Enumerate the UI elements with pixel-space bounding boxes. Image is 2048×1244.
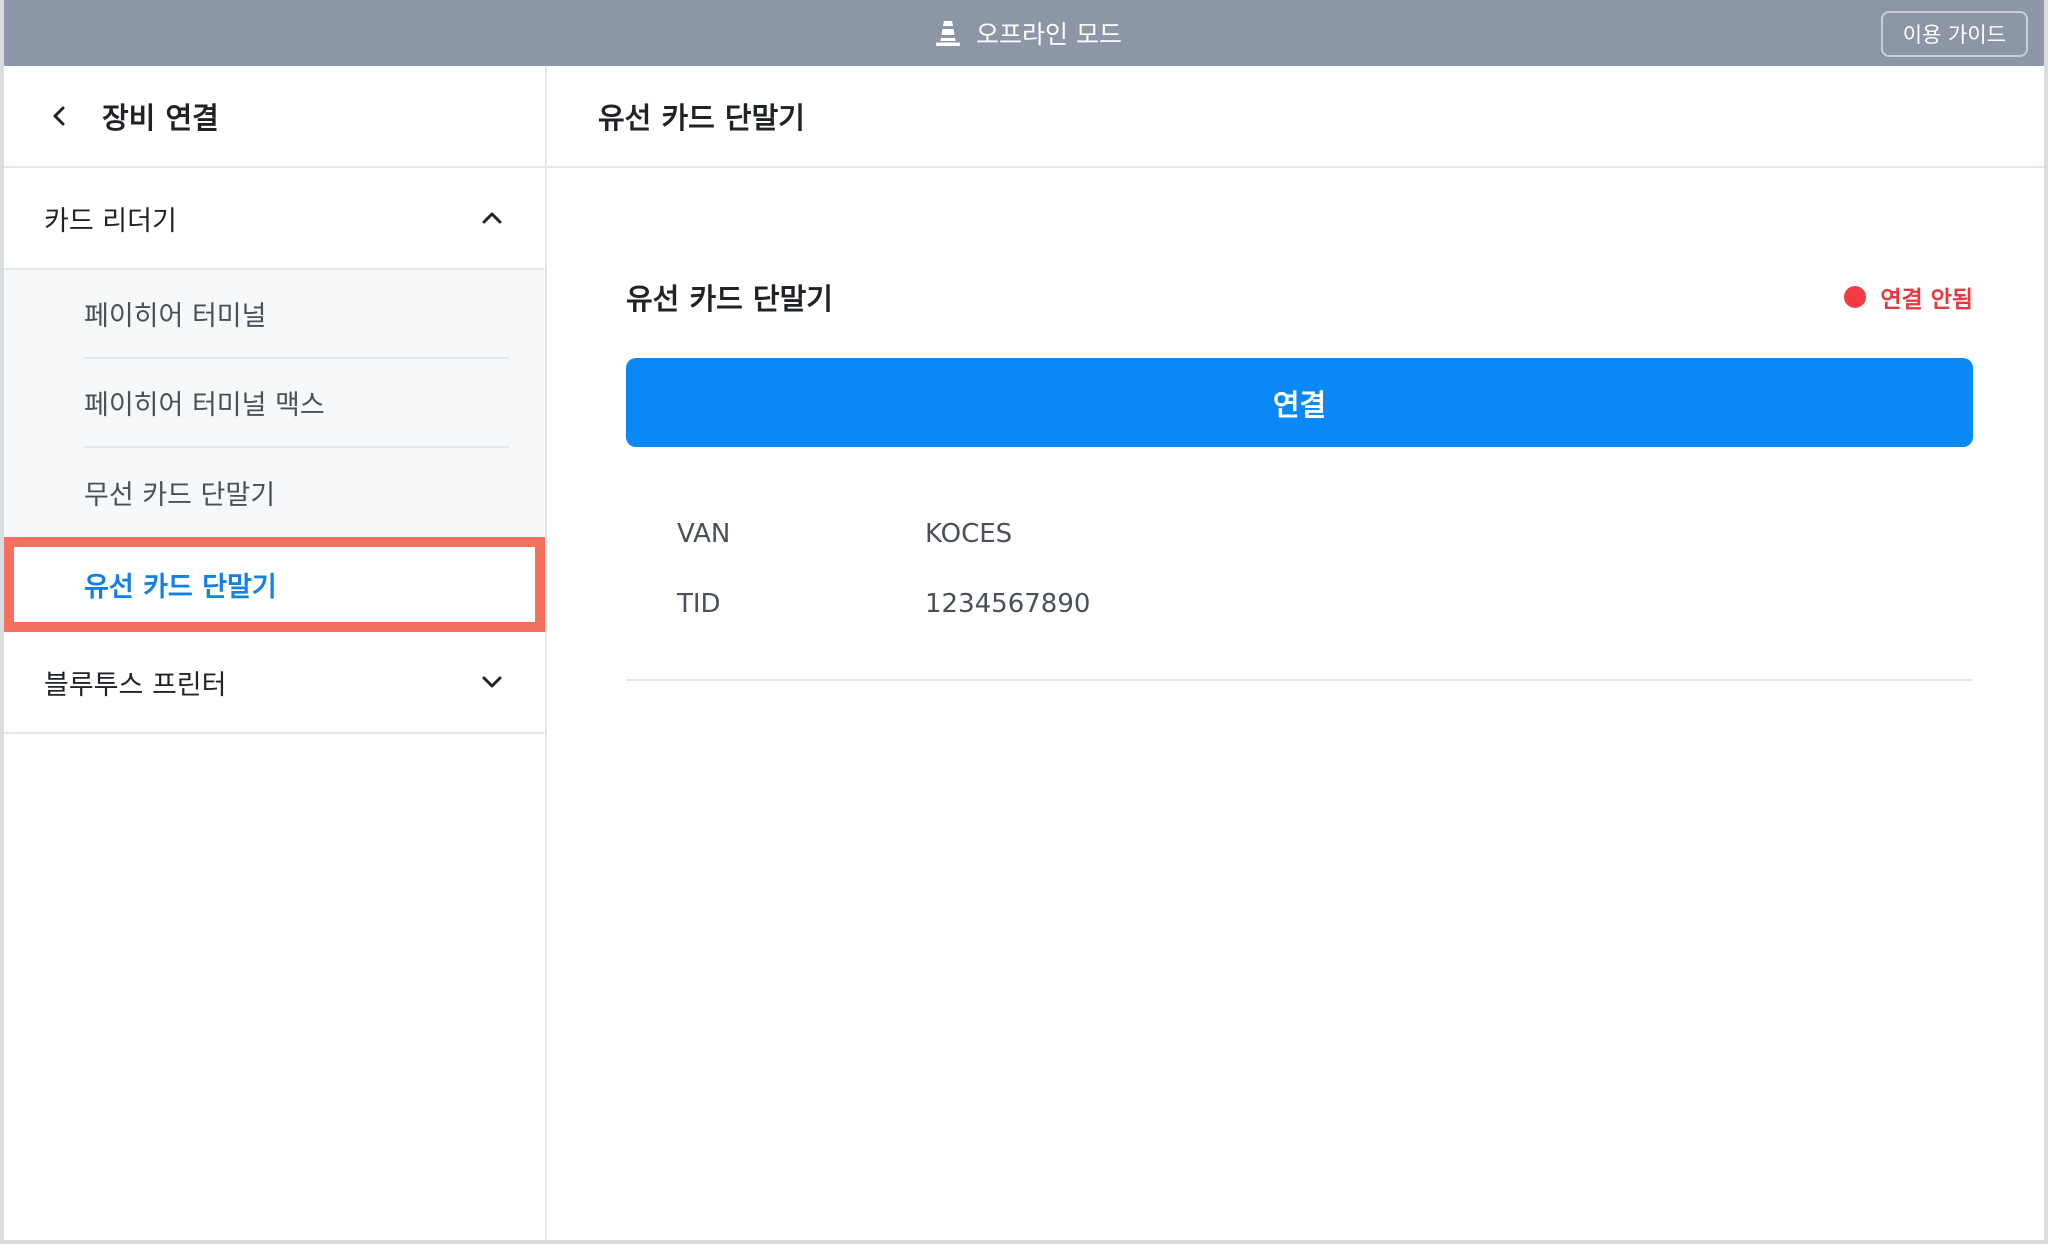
connect-button[interactable]: 연결 xyxy=(626,358,1973,447)
section-card-reader[interactable]: 카드 리더기 xyxy=(4,168,545,270)
section-bluetooth-printer[interactable]: 블루투스 프린터 xyxy=(4,632,545,734)
sidebar-item-wired-card-terminal[interactable]: 유선 카드 단말기 xyxy=(4,537,545,632)
chevron-up-icon xyxy=(479,205,505,231)
card-reader-list: 페이히어 터미널 페이히어 터미널 맥스 무선 카드 단말기 유선 카드 단말기 xyxy=(4,270,545,632)
info-row-tid: TID 1234567890 xyxy=(677,569,1973,639)
device-panel-header: 유선 카드 단말기 연결 안됨 xyxy=(626,276,1973,318)
status-dot-icon xyxy=(1844,286,1867,308)
sidebar-item-payhere-terminal[interactable]: 페이히어 터미널 xyxy=(84,270,509,359)
section-label: 카드 리더기 xyxy=(44,205,177,237)
sidebar-item-label: 무선 카드 단말기 xyxy=(84,480,276,511)
info-label: TID xyxy=(677,589,721,619)
traffic-cone-icon xyxy=(934,19,962,47)
info-value: KOCES xyxy=(925,519,1013,549)
info-value: 1234567890 xyxy=(925,589,1091,619)
top-bar: 오프라인 모드 이용 가이드 xyxy=(4,0,2044,66)
chevron-down-icon xyxy=(479,669,505,695)
sidebar-item-label: 페이히어 터미널 xyxy=(84,301,267,332)
device-info: VAN KOCES TID 1234567890 xyxy=(626,499,1973,681)
mode-label: 오프라인 모드 xyxy=(976,20,1122,49)
app-frame: 오프라인 모드 이용 가이드 장비 연결 카드 리더기 페이히어 터미널 페이히… xyxy=(0,0,2048,1244)
connection-status: 연결 안됨 xyxy=(1844,280,1973,314)
sidebar: 장비 연결 카드 리더기 페이히어 터미널 페이히어 터미널 맥스 무선 카드 … xyxy=(4,66,547,1240)
offline-mode-indicator: 오프라인 모드 xyxy=(934,15,1122,51)
user-guide-button[interactable]: 이용 가이드 xyxy=(1880,11,2028,57)
back-arrow-icon[interactable] xyxy=(48,104,72,128)
sidebar-item-wireless-card-terminal[interactable]: 무선 카드 단말기 xyxy=(84,448,509,537)
sidebar-title: 장비 연결 xyxy=(102,101,219,135)
sidebar-item-label: 유선 카드 단말기 xyxy=(84,572,277,603)
device-title: 유선 카드 단말기 xyxy=(626,282,833,316)
main-content: 유선 카드 단말기 유선 카드 단말기 연결 안됨 연결 VAN KOCES T… xyxy=(547,66,2044,1240)
info-row-van: VAN KOCES xyxy=(677,499,1973,569)
status-label: 연결 안됨 xyxy=(1880,287,1973,313)
sidebar-item-payhere-terminal-max[interactable]: 페이히어 터미널 맥스 xyxy=(84,359,509,448)
sidebar-header: 장비 연결 xyxy=(4,66,545,168)
sidebar-item-label: 페이히어 터미널 맥스 xyxy=(84,390,325,421)
section-label: 블루투스 프린터 xyxy=(44,669,227,701)
page-title: 유선 카드 단말기 xyxy=(547,66,2044,168)
info-label: VAN xyxy=(677,519,731,549)
device-panel: 유선 카드 단말기 연결 안됨 연결 VAN KOCES TID 1234567… xyxy=(626,276,1973,681)
